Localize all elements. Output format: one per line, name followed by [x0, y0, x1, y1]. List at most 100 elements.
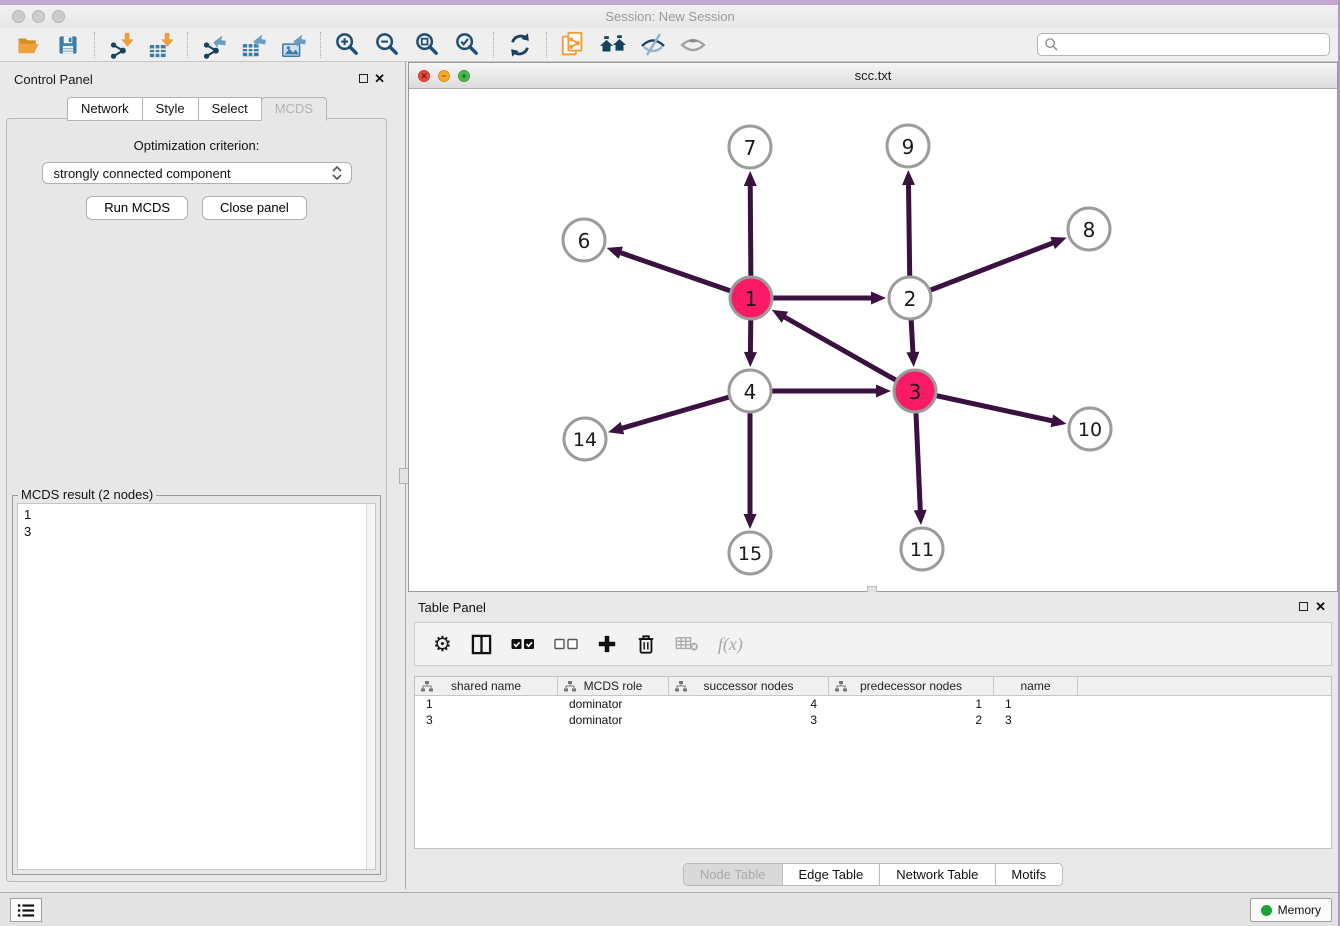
cell-shared-name[interactable]: 3 [415, 712, 558, 728]
select-all-icon[interactable] [511, 638, 535, 650]
node-label-6: 6 [578, 229, 591, 253]
arrowhead-2-3 [906, 352, 919, 367]
open-session-icon[interactable] [8, 30, 48, 60]
cell-predecessor-nodes[interactable]: 1 [829, 696, 994, 712]
main-toolbar [0, 28, 1340, 62]
task-history-button[interactable] [10, 898, 42, 922]
arrowhead-1-6 [607, 247, 623, 259]
node-label-15: 15 [738, 543, 762, 565]
column-header-shared-name[interactable]: shared name [415, 677, 558, 695]
edge-2-8[interactable] [910, 242, 1054, 298]
mcds-result-area[interactable]: 1 3 [17, 503, 376, 870]
deselect-all-icon[interactable] [554, 638, 578, 650]
table-body: 1dominator4113dominator323 [415, 696, 1331, 728]
network-from-file-icon[interactable] [553, 30, 593, 60]
window-top-accent [0, 0, 1340, 5]
mcds-result-title: MCDS result (2 nodes) [18, 487, 156, 502]
refresh-icon[interactable] [500, 30, 540, 60]
table-row-2[interactable]: 3dominator323 [415, 712, 1331, 728]
hide-panels-icon[interactable] [633, 30, 673, 60]
status-bar: Memory [0, 892, 1340, 926]
zoom-selected-icon[interactable] [447, 30, 487, 60]
columns-icon[interactable] [471, 634, 492, 655]
arrowhead-3-10 [1051, 414, 1067, 427]
result-scrollbar[interactable] [366, 504, 375, 869]
cell-mcds-role[interactable]: dominator [558, 712, 669, 728]
float-table-panel-icon[interactable] [1299, 602, 1308, 611]
column-header-empty [1078, 677, 1331, 695]
close-panel-button[interactable]: Close panel [202, 196, 307, 220]
close-table-panel-icon[interactable]: ✕ [1315, 599, 1326, 615]
search-input[interactable] [1059, 38, 1323, 52]
list-icon [17, 903, 35, 918]
table-panel: Table Panel ✕ ⚙ f(x) shared nameMCDS rol… [408, 592, 1338, 889]
mcds-result-text: 1 3 [18, 504, 375, 540]
import-network-icon[interactable] [101, 30, 141, 60]
import-table-icon[interactable] [141, 30, 181, 60]
save-session-icon[interactable] [48, 30, 88, 60]
arrowhead-1-7 [744, 171, 757, 186]
node-table[interactable]: shared nameMCDS role successor nodes prede… [414, 676, 1332, 849]
control-panel-title: Control Panel [14, 72, 93, 87]
cell-shared-name[interactable]: 1 [415, 696, 558, 712]
export-image-icon[interactable] [274, 30, 314, 60]
arrowhead-2-9 [902, 170, 915, 185]
cell-successor-nodes[interactable]: 3 [669, 712, 829, 728]
tab-network[interactable]: Network [67, 97, 143, 121]
tab-select[interactable]: Select [198, 97, 262, 121]
mcds-panel: Optimization criterion: strongly connect… [6, 118, 387, 882]
gear-icon[interactable]: ⚙ [433, 634, 452, 655]
table-tabs: Node TableEdge TableNetwork TableMotifs [683, 863, 1063, 886]
tab-mcds[interactable]: MCDS [261, 97, 327, 121]
table-toolbar: ⚙ f(x) [414, 622, 1332, 666]
table-header-row: shared nameMCDS role successor nodes prede… [415, 677, 1331, 696]
titlebar: Session: New Session [0, 5, 1340, 28]
cell-name[interactable]: 1 [994, 696, 1078, 712]
zoom-fit-icon[interactable] [407, 30, 447, 60]
cell-name[interactable]: 3 [994, 712, 1078, 728]
arrowhead-3-11 [914, 510, 927, 525]
run-mcds-button[interactable]: Run MCDS [86, 196, 188, 220]
memory-status-icon [1261, 905, 1272, 916]
function-builder-icon: f(x) [718, 634, 743, 655]
zoom-in-icon[interactable] [327, 30, 367, 60]
close-panel-icon[interactable]: ✕ [374, 71, 385, 87]
nested-networks-icon[interactable] [593, 30, 633, 60]
add-column-icon[interactable] [597, 634, 617, 654]
arrowhead-4-3 [876, 385, 891, 398]
delete-column-icon[interactable] [636, 634, 656, 655]
tab-network-table[interactable]: Network Table [879, 864, 994, 885]
toolbar-separator [94, 32, 95, 58]
table-panel-title: Table Panel [418, 600, 486, 615]
column-header-successor-nodes[interactable]: successor nodes [669, 677, 829, 695]
criterion-dropdown[interactable]: strongly connected component [42, 162, 352, 184]
column-header-mcds-role[interactable]: MCDS role [558, 677, 669, 695]
node-label-10: 10 [1078, 419, 1102, 441]
column-label: name [1020, 679, 1050, 693]
tab-motifs[interactable]: Motifs [994, 864, 1062, 885]
float-panel-icon[interactable] [359, 74, 368, 83]
network-canvas[interactable]: 1234678910111415 [409, 90, 1337, 591]
edge-3-1[interactable] [783, 316, 915, 391]
column-header-name[interactable]: name [994, 677, 1078, 695]
cell-successor-nodes[interactable]: 4 [669, 696, 829, 712]
delete-table-icon [675, 636, 699, 652]
column-label: successor nodes [703, 679, 793, 693]
table-row-1[interactable]: 1dominator411 [415, 696, 1331, 712]
control-panel-tabs: NetworkStyleSelectMCDS [0, 97, 394, 121]
export-network-icon[interactable] [194, 30, 234, 60]
memory-button[interactable]: Memory [1250, 898, 1332, 922]
node-label-14: 14 [573, 429, 597, 451]
zoom-out-icon[interactable] [367, 30, 407, 60]
node-label-9: 9 [902, 135, 915, 159]
tab-style[interactable]: Style [142, 97, 199, 121]
tab-edge-table[interactable]: Edge Table [781, 864, 879, 885]
export-table-icon[interactable] [234, 30, 274, 60]
node-label-2: 2 [904, 287, 917, 311]
node-label-7: 7 [744, 136, 757, 160]
cell-mcds-role[interactable]: dominator [558, 696, 669, 712]
cell-predecessor-nodes[interactable]: 2 [829, 712, 994, 728]
column-header-predecessor-nodes[interactable]: predecessor nodes [829, 677, 994, 695]
search-box[interactable] [1037, 33, 1330, 56]
tab-node-table[interactable]: Node Table [684, 864, 782, 885]
